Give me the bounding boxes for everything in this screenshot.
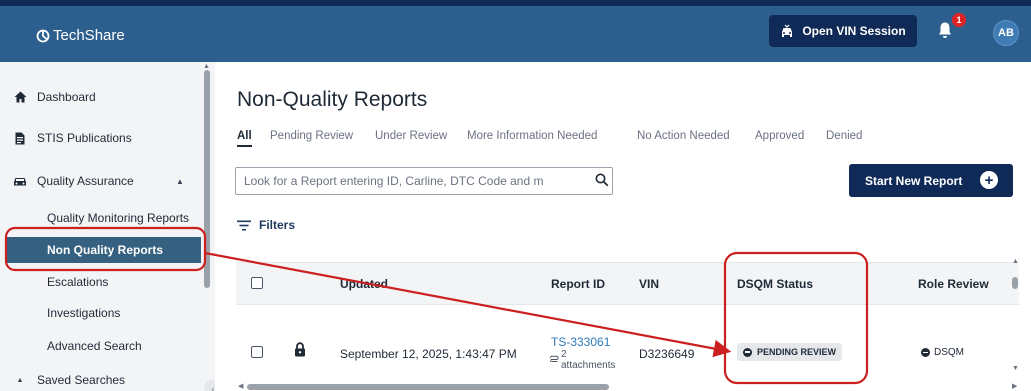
app-logo[interactable]: TechShare [36,27,125,44]
sidebar-scroll-up-arrow[interactable]: ▲ [203,63,210,70]
table-scroll-down-arrow[interactable]: ▼ [1012,365,1019,372]
app-root: TechShare Open VIN Session 1 AB Dashboar… [0,0,1031,391]
open-vin-session-label: Open VIN Session [802,24,906,38]
row-role-review: DSQM [921,347,964,358]
column-header-report-id[interactable]: Report ID [551,277,605,291]
sidebar-item-label: STIS Publications [37,131,132,145]
sidebar-subitem-advanced-search[interactable]: Advanced Search [0,333,205,359]
attachments-label: attachments [561,360,616,371]
select-all-checkbox[interactable] [251,277,263,289]
lock-icon [294,342,306,362]
column-header-vin[interactable]: VIN [639,277,659,291]
tab-denied[interactable]: Denied [826,130,862,142]
document-icon [13,131,27,145]
table-scroll-left-arrow[interactable]: ◀ [238,382,243,390]
column-header-updated[interactable]: Updated [340,277,388,291]
car-vin-icon [782,24,793,37]
sidebar-subitem-non-quality-reports[interactable]: Non Quality Reports [7,237,201,263]
car-icon [13,174,27,188]
page-title: Non-Quality Reports [237,88,428,111]
row-report-id-link[interactable]: TS-333061 [551,335,610,349]
sidebar-subitem-investigations[interactable]: Investigations [0,300,205,326]
search-placeholder: Look for a Report entering ID, Carline, … [244,174,544,188]
row-checkbox[interactable] [251,346,263,358]
chevron-up-icon[interactable]: ▲ [176,177,184,186]
notification-badge: 1 [952,13,966,27]
tab-more-information-needed[interactable]: More Information Needed [467,130,597,142]
paperclip-icon [550,355,559,362]
search-icon[interactable] [593,173,611,192]
report-search-input[interactable]: Look for a Report entering ID, Carline, … [235,167,613,195]
sidebar-subitem-label: Escalations [47,275,109,289]
sidebar-item-label: Quality Assurance [37,174,134,188]
sidebar-scrollbar[interactable] [204,70,210,288]
sidebar-subitem-label: Investigations [47,306,121,320]
user-avatar[interactable]: AB [993,20,1019,46]
chevron-up-small-icon: ▲ [16,376,24,384]
home-icon [13,90,27,104]
row-attachments[interactable]: 2 attachments [550,349,615,371]
filters-label: Filters [259,218,296,232]
table-horizontal-scrollbar[interactable] [247,384,609,390]
filter-icon [237,220,251,230]
table-vertical-scrollbar[interactable] [1012,277,1018,289]
sidebar-subitem-label: Quality Monitoring Reports [47,211,190,225]
attachments-count: 2 [561,349,567,360]
tab-pending-review[interactable]: Pending Review [270,130,353,142]
table-scroll-up-arrow[interactable]: ▲ [1012,258,1019,265]
open-vin-session-button[interactable]: Open VIN Session [769,15,917,47]
sidebar-subitem-escalations[interactable]: Escalations [0,269,205,295]
notifications-bell-icon[interactable] [938,21,952,44]
role-review-label: DSQM [934,347,964,358]
status-minus-icon [743,347,752,357]
sidebar-item-label: Saved Searches [37,373,126,387]
sidebar-item-saved-searches[interactable]: ▲ Saved Searches [0,367,205,391]
app-logo-text: TechShare [53,27,125,44]
table-scroll-right-arrow[interactable]: ▶ [1012,382,1017,390]
tab-under-review[interactable]: Under Review [375,130,447,142]
sidebar-item-dashboard[interactable]: Dashboard [0,84,205,110]
techshare-logo-icon [36,29,50,42]
start-new-report-label: Start New Report [865,173,963,188]
tab-approved[interactable]: Approved [755,130,804,142]
sidebar-subitem-quality-monitoring-reports[interactable]: Quality Monitoring Reports [0,205,205,231]
sidebar-subitem-label: Non Quality Reports [47,243,164,257]
table-row[interactable] [236,305,1019,381]
sidebar-item-stis-publications[interactable]: STIS Publications [0,125,205,151]
tab-all[interactable]: All [237,130,252,147]
status-badge-label: PENDING REVIEW [757,347,837,357]
status-badge: PENDING REVIEW [737,343,843,361]
tab-no-action-needed[interactable]: No Action Needed [637,130,730,142]
sidebar-item-quality-assurance[interactable]: Quality Assurance ▲ [0,168,205,194]
column-header-dsqm-status[interactable]: DSQM Status [737,277,813,291]
sidebar-item-label: Dashboard [37,90,96,104]
row-updated: September 12, 2025, 1:43:47 PM [340,347,517,361]
column-header-role-review[interactable]: Role Review [918,277,989,291]
filters-button[interactable]: Filters [237,218,295,232]
plus-icon: + [980,171,998,189]
sidebar-subitem-label: Advanced Search [47,339,142,353]
role-minus-icon [921,348,930,357]
row-vin: D3236649 [639,347,695,361]
